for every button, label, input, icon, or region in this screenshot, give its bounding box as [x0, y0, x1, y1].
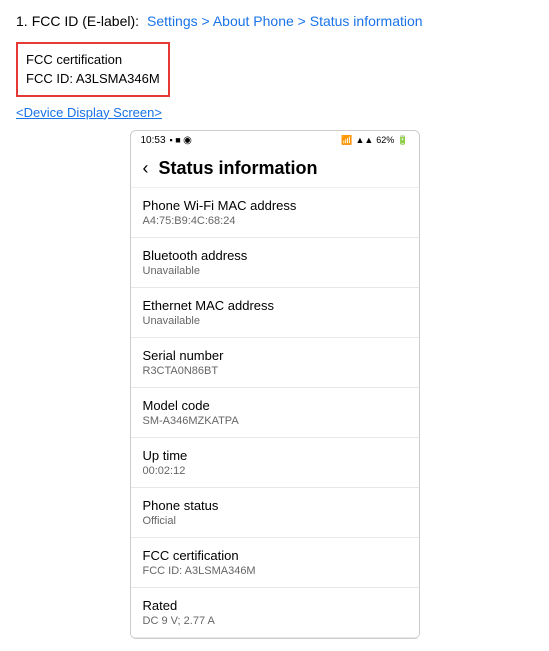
table-row: Serial number R3CTA0N86BT [131, 338, 419, 388]
row-label: FCC certification [143, 548, 407, 563]
battery-percent: 62% [376, 135, 394, 145]
signal-bars-icon: ▲▲ [355, 135, 373, 145]
table-row: Bluetooth address Unavailable [131, 238, 419, 288]
row-label: Phone status [143, 498, 407, 513]
table-row: Phone Wi-Fi MAC address A4:75:B9:4C:68:2… [131, 188, 419, 238]
fcc-certification-box: FCC certification FCC ID: A3LSMA346M [16, 42, 170, 97]
table-row: Model code SM-A346MZKATPA [131, 388, 419, 438]
row-value: FCC ID: A3LSMA346M [143, 565, 407, 577]
battery-icon: 🔋 [397, 135, 408, 146]
row-label: Bluetooth address [143, 248, 407, 263]
step-number: 1. [16, 12, 28, 32]
row-label: Ethernet MAC address [143, 298, 407, 313]
phone-mockup: 10:53 ▪ ■ ◉ 📶 ▲▲ 62% 🔋 ‹ Status informat… [130, 130, 420, 639]
row-value: Official [143, 515, 407, 527]
phone-screen-title: Status information [159, 158, 318, 179]
breadcrumb-path[interactable]: Settings > About Phone > Status informat… [147, 12, 423, 32]
status-right-icons: 📶 ▲▲ 62% 🔋 [341, 135, 408, 146]
table-row: FCC certification FCC ID: A3LSMA346M [131, 538, 419, 588]
status-icons: ▪ ■ ◉ [170, 135, 192, 146]
phone-status-bar: 10:53 ▪ ■ ◉ 📶 ▲▲ 62% 🔋 [131, 131, 419, 150]
row-value: 00:02:12 [143, 465, 407, 477]
row-label: Serial number [143, 348, 407, 363]
row-value: R3CTA0N86BT [143, 365, 407, 377]
row-label: Model code [143, 398, 407, 413]
table-row: Phone status Official [131, 488, 419, 538]
fcc-line2: FCC ID: A3LSMA346M [26, 69, 160, 89]
row-label: Up time [143, 448, 407, 463]
wifi-icon: 📶 [341, 135, 352, 146]
phone-content: Phone Wi-Fi MAC address A4:75:B9:4C:68:2… [131, 188, 419, 638]
table-row: Rated DC 9 V; 2.77 A [131, 588, 419, 638]
row-value: DC 9 V; 2.77 A [143, 615, 407, 627]
row-value: Unavailable [143, 315, 407, 327]
phone-header: ‹ Status information [131, 150, 419, 188]
status-time: 10:53 [141, 135, 166, 146]
table-row: Ethernet MAC address Unavailable [131, 288, 419, 338]
back-button[interactable]: ‹ [143, 158, 149, 179]
row-label: Rated [143, 598, 407, 613]
fcc-line1: FCC certification [26, 50, 160, 70]
device-display-link[interactable]: <Device Display Screen> [16, 105, 533, 120]
row-label: Phone Wi-Fi MAC address [143, 198, 407, 213]
step-header: 1. FCC ID (E-label): Settings > About Ph… [16, 12, 533, 32]
table-row: Up time 00:02:12 [131, 438, 419, 488]
step-label: FCC ID (E-label): [32, 12, 139, 32]
row-value: SM-A346MZKATPA [143, 415, 407, 427]
row-value: Unavailable [143, 265, 407, 277]
row-value: A4:75:B9:4C:68:24 [143, 215, 407, 227]
